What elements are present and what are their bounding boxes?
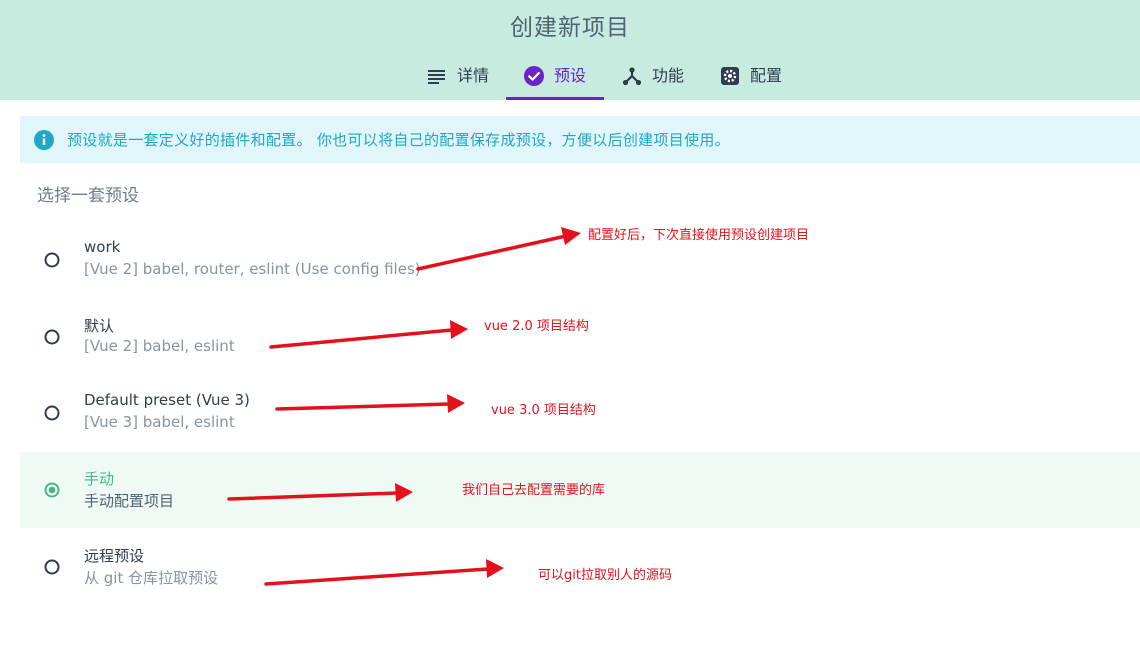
annotation-note: vue 2.0 项目结构 xyxy=(484,319,589,334)
info-icon xyxy=(34,129,54,150)
preset-description: 从 git 仓库拉取预设 xyxy=(84,569,219,587)
tab-config[interactable]: 配置 xyxy=(720,58,782,100)
preset-name: Default preset (Vue 3) xyxy=(84,391,250,409)
radio-button[interactable] xyxy=(44,252,60,268)
preset-name: work xyxy=(84,238,121,256)
page-title: 创建新项目 xyxy=(510,15,630,41)
header-bar: 创建新项目 详情 预设 功能 配置 xyxy=(0,0,1140,100)
branch-icon xyxy=(622,67,642,86)
tab-features-label: 功能 xyxy=(652,66,685,85)
info-banner: 预设就是一套定义好的插件和配置。 你也可以将自己的配置保存成预设，方便以后创建项… xyxy=(20,116,1140,163)
preset-name: 默认 xyxy=(84,317,115,335)
radio-button[interactable] xyxy=(44,559,60,575)
preset-description: [Vue 2] babel, router, eslint (Use confi… xyxy=(84,260,421,278)
radio-button-selected[interactable] xyxy=(44,482,60,498)
preset-name: 远程预设 xyxy=(84,547,145,565)
tab-presets[interactable]: 预设 xyxy=(524,58,586,100)
preset-name: 手动 xyxy=(84,470,115,488)
preset-work[interactable]: work [Vue 2] babel, router, eslint (Use … xyxy=(20,222,1140,298)
radio-button[interactable] xyxy=(44,405,60,421)
section-title: 选择一套预设 xyxy=(37,186,139,206)
tab-details[interactable]: 详情 xyxy=(427,58,489,100)
tab-features[interactable]: 功能 xyxy=(622,58,684,100)
annotation-note: 配置好后，下次直接使用预设创建项目 xyxy=(588,228,810,243)
preset-description: 手动配置项目 xyxy=(84,492,175,510)
active-tab-indicator xyxy=(506,97,604,100)
preset-description: [Vue 3] babel, eslint xyxy=(84,413,235,431)
list-icon xyxy=(428,70,445,84)
tab-config-label: 配置 xyxy=(750,66,783,85)
tab-details-label: 详情 xyxy=(457,66,490,85)
annotation-note: vue 3.0 项目结构 xyxy=(491,403,596,418)
info-text: 预设就是一套定义好的插件和配置。 你也可以将自己的配置保存成预设，方便以后创建项… xyxy=(67,131,730,149)
tab-presets-label: 预设 xyxy=(554,66,587,85)
preset-description: [Vue 2] babel, eslint xyxy=(84,337,235,355)
gear-icon xyxy=(721,67,739,85)
radio-button[interactable] xyxy=(44,329,60,345)
preset-default-vue2[interactable]: 默认 [Vue 2] babel, eslint xyxy=(20,299,1140,375)
check-circle-icon xyxy=(524,66,544,86)
annotation-note: 我们自己去配置需要的库 xyxy=(462,483,606,498)
annotation-note: 可以git拉取别人的源码 xyxy=(538,568,672,583)
